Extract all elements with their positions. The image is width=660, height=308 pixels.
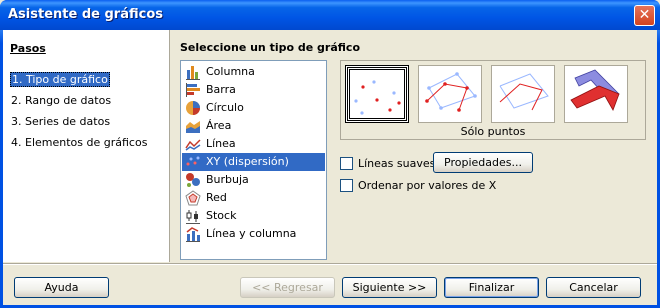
chart-type-net[interactable]: Red (182, 189, 325, 207)
chart-variant-panel: Sólo puntos (340, 60, 646, 140)
line-chart-icon (185, 139, 201, 151)
step-chart-elements[interactable]: 4. Elementos de gráficos (10, 136, 148, 149)
sort-by-x-label[interactable]: Ordenar por valores de X (358, 179, 496, 192)
close-button[interactable]: ✕ (634, 5, 655, 26)
chart-type-column[interactable]: Columna (182, 63, 325, 81)
pie-chart-icon (186, 101, 200, 115)
smooth-lines-label[interactable]: Líneas suaves (358, 157, 435, 170)
chart-type-label: Columna (206, 65, 255, 78)
chart-type-list[interactable]: Columna Barra Círculo Área Línea XY (dis… (180, 60, 327, 260)
steps-title: Pasos (10, 42, 46, 55)
lines-only-icon (499, 73, 549, 111)
back-button[interactable]: << Regresar (240, 277, 335, 298)
3d-lines-icon (570, 69, 620, 111)
window-title: Asistente de gráficos (8, 7, 163, 22)
chart-type-label: Línea (206, 137, 236, 150)
points-lines-icon (425, 72, 477, 112)
net-chart-icon (185, 190, 201, 206)
chart-type-xy-scatter[interactable]: XY (dispersión) (182, 153, 325, 171)
chart-type-bar[interactable]: Barra (182, 81, 325, 99)
chart-type-label: Línea y columna (206, 227, 297, 240)
main-title: Seleccione un tipo de gráfico (180, 41, 361, 54)
variant-label: Sólo puntos (460, 125, 526, 138)
chart-type-label: Stock (206, 209, 237, 222)
chart-type-label: Burbuja (206, 173, 249, 186)
chart-type-label: Círculo (206, 101, 244, 114)
dialog-window: Asistente de gráficos ✕ Pasos 1. Tipo de… (0, 0, 660, 308)
cancel-button[interactable]: Cancelar (546, 277, 641, 298)
points-only-icon (354, 80, 401, 115)
variant-lines-only[interactable] (491, 65, 555, 123)
dialog-body: Pasos 1. Tipo de gráfico 2. Rango de dat… (3, 30, 657, 305)
chart-type-label: Red (206, 191, 227, 204)
chart-type-line-column[interactable]: Línea y columna (182, 225, 325, 243)
steps-panel: Pasos 1. Tipo de gráfico 2. Rango de dat… (3, 30, 170, 262)
column-chart-icon (186, 66, 200, 80)
close-icon: ✕ (638, 7, 651, 23)
footer-separator (3, 263, 657, 265)
step-chart-type[interactable]: 1. Tipo de gráfico (10, 72, 110, 87)
area-chart-icon (186, 121, 200, 133)
bar-chart-icon (186, 83, 200, 97)
finish-button[interactable]: Finalizar (444, 277, 539, 298)
chart-type-label: XY (dispersión) (206, 155, 289, 168)
bubble-chart-icon (186, 173, 200, 187)
line-column-chart-icon (186, 227, 200, 242)
chart-type-pie[interactable]: Círculo (182, 99, 325, 117)
chart-type-label: Área (206, 119, 232, 132)
title-bar[interactable]: Asistente de gráficos ✕ (0, 0, 660, 30)
variant-points-and-lines[interactable] (418, 65, 482, 123)
variant-points-only[interactable] (345, 65, 409, 123)
step-data-series[interactable]: 3. Series de datos (10, 115, 111, 128)
chart-type-bubble[interactable]: Burbuja (182, 171, 325, 189)
chart-type-stock[interactable]: Stock (182, 207, 325, 225)
next-button[interactable]: Siguiente >> (342, 277, 437, 298)
chart-type-area[interactable]: Área (182, 117, 325, 135)
sort-by-x-checkbox[interactable] (340, 179, 353, 192)
xy-scatter-icon (186, 156, 200, 166)
step-data-range[interactable]: 2. Rango de datos (10, 94, 112, 107)
stock-chart-icon (186, 210, 200, 224)
variant-3d-lines[interactable] (564, 65, 628, 123)
chart-type-label: Barra (206, 83, 236, 96)
smooth-lines-checkbox[interactable] (340, 157, 353, 170)
chart-type-line[interactable]: Línea (182, 135, 325, 153)
help-button[interactable]: Ayuda (14, 277, 109, 298)
properties-button[interactable]: Propiedades... (433, 152, 533, 173)
